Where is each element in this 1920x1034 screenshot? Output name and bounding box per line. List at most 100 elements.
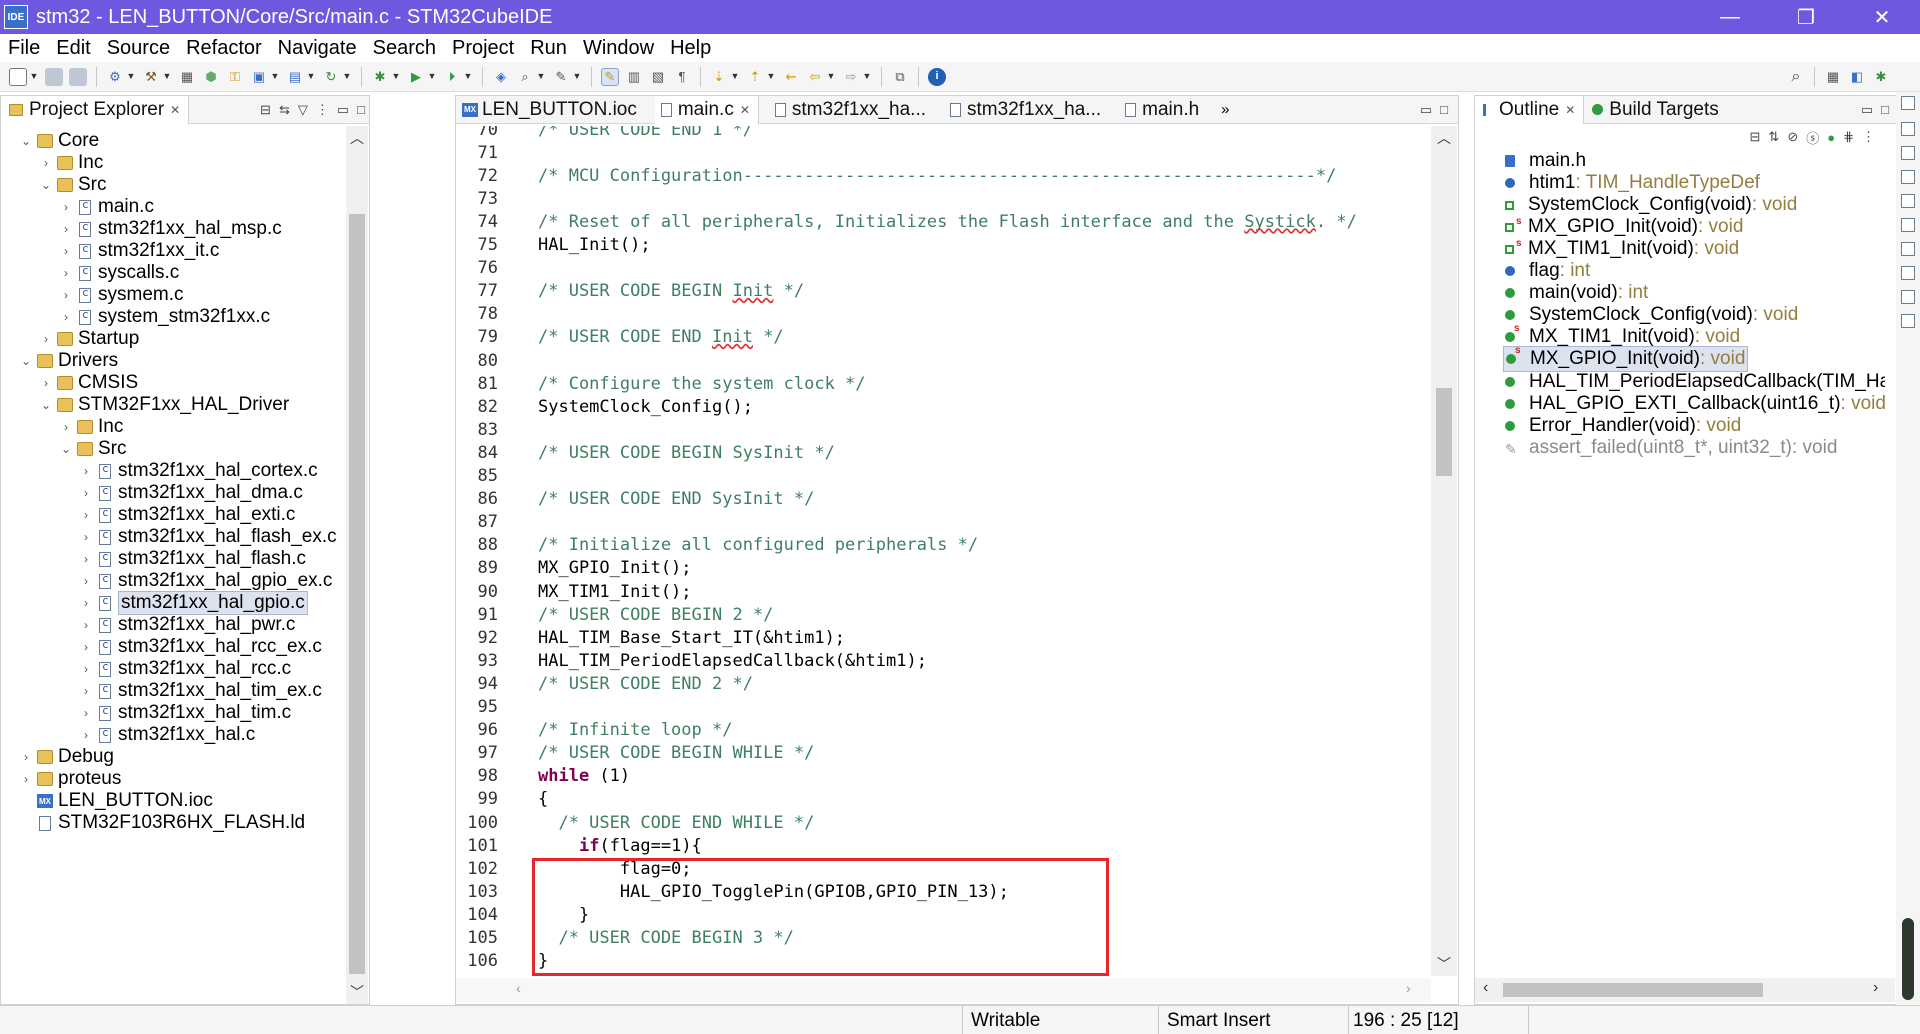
minimize-view-icon[interactable]: ▭: [337, 102, 349, 118]
debug-perspective-icon[interactable]: ✱: [1872, 68, 1890, 86]
trim-scroll-thumb[interactable]: [1902, 918, 1914, 1000]
tree-item[interactable]: › stm32f1xx_hal_rcc.c: [79, 658, 291, 680]
chevron-right-icon[interactable]: ›: [79, 640, 93, 654]
chevron-down-icon[interactable]: ⌄: [19, 134, 33, 148]
tree-item[interactable]: › Inc: [39, 152, 103, 174]
bug-icon[interactable]: ✱: [371, 68, 389, 86]
chevron-right-icon[interactable]: ›: [79, 574, 93, 588]
tree-item[interactable]: ⌄ Drivers: [19, 350, 118, 372]
new-class-icon[interactable]: ▤: [286, 68, 304, 86]
maximize-view-icon[interactable]: □: [1440, 102, 1448, 117]
tree-item[interactable]: › stm32f1xx_hal_exti.c: [79, 504, 295, 526]
search-icon[interactable]: ⌕: [1787, 68, 1805, 86]
tab-overflow-icon[interactable]: »: [1221, 101, 1229, 118]
outline-item[interactable]: ✎ assert_failed(uint8_t*, uint32_t) : voi…: [1503, 435, 1839, 461]
chevron-right-icon[interactable]: ›: [79, 596, 93, 610]
tree-item[interactable]: › main.c: [59, 196, 154, 218]
chevron-down-icon[interactable]: ▼: [271, 68, 280, 86]
chevron-down-icon[interactable]: ⌄: [39, 398, 53, 412]
tree-item[interactable]: › stm32f1xx_hal_tim_ex.c: [79, 680, 322, 702]
chevron-right-icon[interactable]: ›: [59, 288, 73, 302]
collapse-all-icon[interactable]: ⊟: [1750, 129, 1761, 145]
chevron-left-icon[interactable]: ‹: [1483, 979, 1488, 997]
chevron-down-icon[interactable]: ▼: [464, 68, 473, 86]
chevron-down-icon[interactable]: ▼: [392, 68, 401, 86]
view-menu-icon[interactable]: ⋮: [316, 102, 329, 118]
chevron-down-icon[interactable]: ▼: [537, 68, 546, 86]
minimize-view-icon[interactable]: ▭: [1861, 102, 1873, 118]
highlight-icon[interactable]: ✎: [601, 67, 619, 86]
tree-item[interactable]: › stm32f1xx_hal_pwr.c: [79, 614, 295, 636]
view-icon[interactable]: [1901, 170, 1915, 184]
chevron-right-icon[interactable]: ›: [59, 200, 73, 214]
next-annotation-icon[interactable]: ⇣: [710, 68, 728, 86]
last-edit-icon[interactable]: ⇜: [782, 68, 800, 86]
chevron-left-icon[interactable]: ‹: [516, 980, 521, 996]
info-icon[interactable]: i: [928, 67, 946, 86]
open-type-icon[interactable]: ◈: [492, 68, 510, 86]
run-icon[interactable]: ▶: [407, 68, 425, 86]
sort-icon[interactable]: ⇅: [1768, 129, 1779, 145]
menu-item-edit[interactable]: Edit: [48, 37, 98, 60]
chevron-right-icon[interactable]: ›: [59, 310, 73, 324]
chevron-down-icon[interactable]: ▼: [127, 68, 136, 86]
chevron-down-icon[interactable]: ⌄: [39, 178, 53, 192]
tree-item[interactable]: › Inc: [59, 416, 123, 438]
close-button[interactable]: ✕: [1844, 0, 1920, 34]
outline-hscroll-thumb[interactable]: [1503, 983, 1763, 997]
chevron-right-icon[interactable]: ›: [79, 464, 93, 478]
lock-icon[interactable]: ⚿: [226, 68, 244, 86]
view-icon[interactable]: [1901, 122, 1915, 136]
tab-outline[interactable]: Outline ✕: [1475, 95, 1585, 124]
explorer-scroll-thumb[interactable]: [349, 214, 365, 974]
tree-item[interactable]: › stm32f1xx_hal.c: [79, 724, 255, 746]
tree-item[interactable]: › stm32f1xx_hal_tim.c: [79, 702, 291, 724]
tree-item[interactable]: › proteus: [19, 768, 121, 790]
forward-icon[interactable]: ⇨: [842, 68, 860, 86]
editor-hscrollbar[interactable]: ‹ ›: [456, 978, 1431, 1002]
menu-item-file[interactable]: File: [0, 37, 48, 60]
menu-item-search[interactable]: Search: [365, 37, 444, 60]
chevron-right-icon[interactable]: ›: [1406, 980, 1411, 996]
minimize-button[interactable]: —: [1692, 0, 1768, 34]
menu-item-source[interactable]: Source: [99, 37, 178, 60]
view-icon[interactable]: [1901, 218, 1915, 232]
tab-project-explorer[interactable]: Project Explorer ✕: [1, 95, 190, 124]
gear-icon[interactable]: ⚙: [106, 68, 124, 86]
explorer-scrollbar[interactable]: ︿ ﹀: [346, 126, 368, 1004]
block-icon[interactable]: ▧: [649, 68, 667, 86]
chevron-down-icon[interactable]: ﹀: [346, 982, 368, 1002]
tree-item[interactable]: › system_stm32f1xx.c: [59, 306, 270, 328]
chevron-right-icon[interactable]: ›: [39, 332, 53, 346]
search-icon[interactable]: ⌕: [516, 68, 534, 86]
chevron-down-icon[interactable]: ▼: [863, 68, 872, 86]
external-tools-icon[interactable]: ⏵: [443, 68, 461, 86]
tree-item[interactable]: › stm32f1xx_hal_dma.c: [79, 482, 303, 504]
chevron-right-icon[interactable]: ›: [1873, 979, 1878, 997]
chevron-right-icon[interactable]: ›: [39, 376, 53, 390]
maximize-view-icon[interactable]: □: [1881, 102, 1889, 117]
chevron-up-icon[interactable]: ︿: [1431, 128, 1457, 148]
tree-item[interactable]: ⌄ STM32F1xx_HAL_Driver: [39, 394, 289, 416]
tree-item[interactable]: › stm32f1xx_hal_gpio_ex.c: [79, 570, 332, 592]
tab-main-h[interactable]: main.h: [1119, 96, 1207, 124]
chevron-down-icon[interactable]: ▼: [307, 68, 316, 86]
chevron-right-icon[interactable]: ›: [79, 508, 93, 522]
view-menu-icon[interactable]: ⋮: [1862, 129, 1875, 145]
chevron-right-icon[interactable]: ›: [59, 420, 73, 434]
tab-main-c[interactable]: main.c ✕: [654, 95, 759, 124]
chevron-down-icon[interactable]: ▼: [731, 68, 740, 86]
back-icon[interactable]: ⇦: [806, 68, 824, 86]
tree-item[interactable]: › stm32f1xx_hal_msp.c: [59, 218, 282, 240]
tab-stm32f1xx-ha-[interactable]: stm32f1xx_ha...: [944, 96, 1109, 124]
restore-button[interactable]: ❐: [1768, 0, 1844, 34]
tab-build-targets[interactable]: Build Targets: [1584, 96, 1727, 124]
editor-scrollbar[interactable]: ︿ ﹀: [1431, 126, 1457, 976]
chevron-down-icon[interactable]: ⌄: [59, 442, 73, 456]
minimize-view-icon[interactable]: ▭: [1420, 102, 1432, 118]
close-icon[interactable]: ✕: [740, 103, 750, 117]
save-all-icon[interactable]: [69, 67, 87, 86]
tree-item[interactable]: MX LEN_BUTTON.ioc: [19, 790, 213, 812]
chevron-down-icon[interactable]: ▼: [827, 68, 836, 86]
chevron-down-icon[interactable]: ▼: [343, 68, 352, 86]
